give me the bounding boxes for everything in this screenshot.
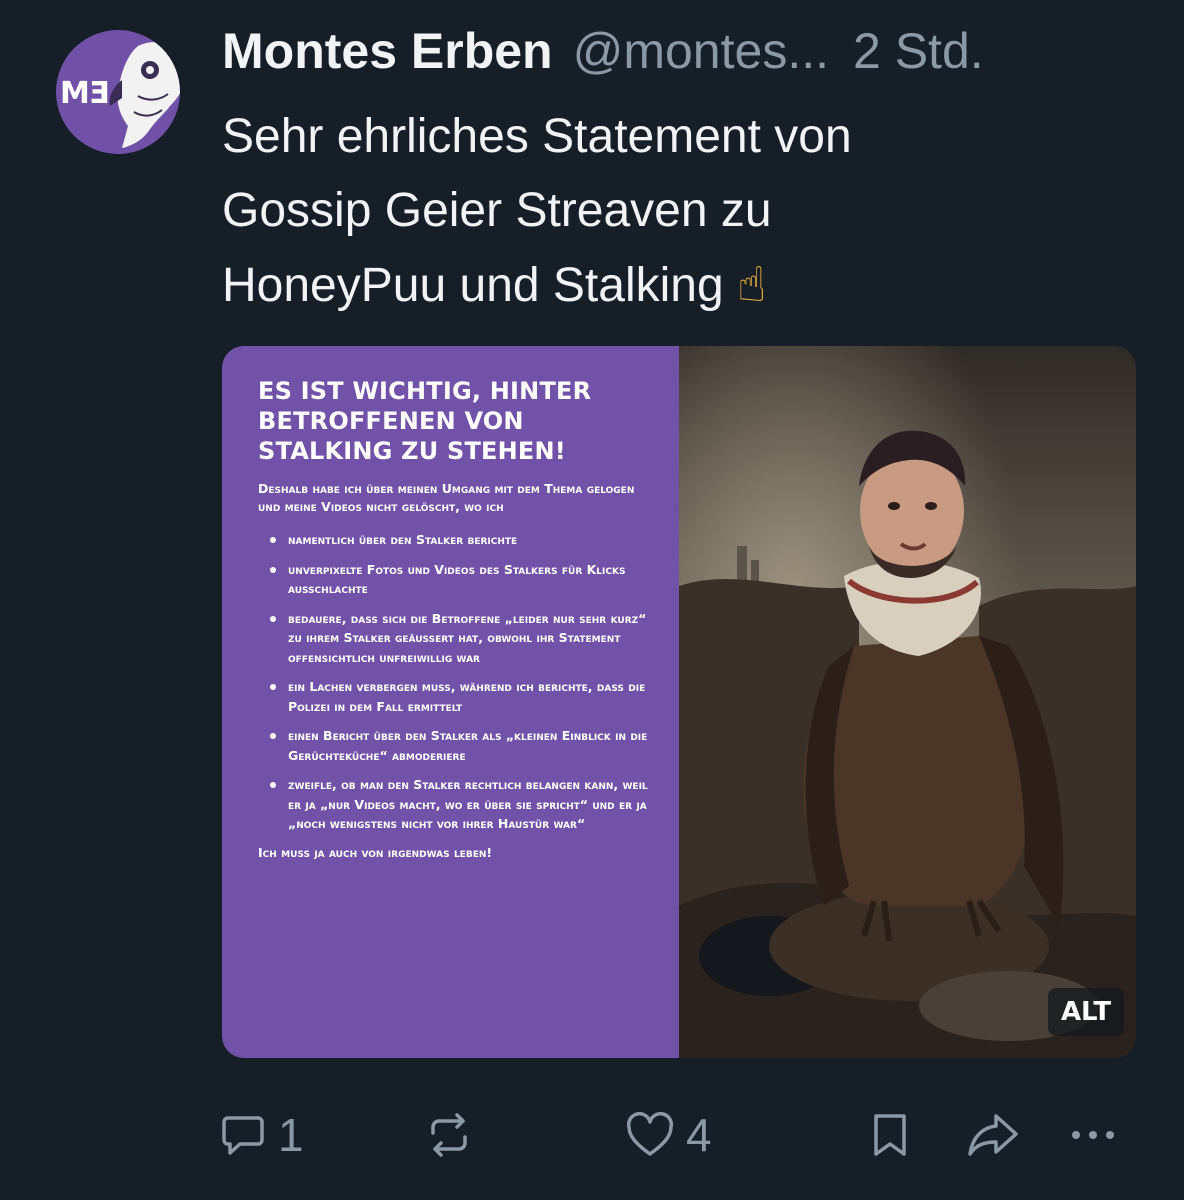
- more-options-button[interactable]: [1070, 1100, 1116, 1170]
- author-name[interactable]: Montes Erben: [222, 22, 553, 80]
- share-icon: [968, 1114, 1018, 1156]
- pointing-up-emoji-icon: ☝: [737, 257, 767, 313]
- bullet-icon: [270, 733, 276, 739]
- bookmark-icon: [874, 1114, 906, 1156]
- vulture-logo-icon: [109, 42, 180, 148]
- post-text-line: Sehr ehrliches Statement von: [222, 110, 852, 163]
- like-count: 4: [686, 1109, 712, 1161]
- statement-list: namentlich über den Stalker berichte unv…: [258, 530, 649, 834]
- avatar-logo: MƎ: [60, 76, 109, 111]
- statement-list-item: unverpixelte Fotos und Videos des Stalke…: [270, 560, 649, 599]
- statement-list-item-text: ein Lachen verbergen muss, während ich b…: [288, 679, 646, 714]
- bullet-icon: [270, 782, 276, 788]
- reply-count: 1: [278, 1109, 304, 1161]
- statement-list-item-text: einen Bericht über den Stalker als „klei…: [288, 728, 648, 763]
- post: MƎ Montes Erben @montes... 2 Std. Sehr e…: [0, 0, 1184, 1200]
- statement-list-item-text: bedauere, dass sich die Betroffene „leid…: [288, 610, 647, 665]
- vulture-photo: ALT: [679, 346, 1136, 1058]
- statement-list-item-text: zweifle, ob man den Stalker rechtlich be…: [288, 777, 648, 831]
- statement-list-item: ein Lachen verbergen muss, während ich b…: [270, 677, 649, 716]
- repost-icon: [431, 1113, 467, 1157]
- statement-list-item: einen Bericht über den Stalker als „klei…: [270, 726, 649, 765]
- statement-list-item-text: unverpixelte Fotos und Videos des Stalke…: [288, 561, 626, 597]
- post-text-line-content: HoneyPuu und Stalking: [222, 259, 724, 312]
- reply-icon: [222, 1116, 264, 1155]
- bullet-icon: [270, 566, 276, 573]
- statement-list-item: namentlich über den Stalker berichte: [270, 530, 649, 550]
- post-actions: 1 4: [0, 1100, 1184, 1170]
- post-header: Montes Erben @montes... 2 Std.: [222, 22, 1152, 86]
- like-button[interactable]: 4: [626, 1100, 712, 1170]
- post-text-line: HoneyPuu und Stalking ☝: [222, 248, 1152, 323]
- alt-text-button[interactable]: ALT: [1048, 988, 1124, 1036]
- author-handle[interactable]: @montes...: [573, 22, 829, 80]
- bookmark-button[interactable]: [870, 1100, 910, 1170]
- repost-button[interactable]: [425, 1100, 473, 1170]
- bullet-icon: [270, 537, 276, 543]
- like-icon: [626, 1112, 674, 1156]
- post-text: Sehr ehrliches Statement von Gossip Geie…: [222, 100, 1152, 323]
- bullet-icon: [270, 615, 276, 622]
- bullet-icon: [270, 684, 276, 690]
- statement-intro: Deshalb habe ich über meinen Umgang mit …: [258, 481, 635, 514]
- statement-list-item: zweifle, ob man den Stalker rechtlich be…: [270, 775, 649, 834]
- statement-list-item-text: namentlich über den Stalker berichte: [288, 532, 518, 547]
- more-icon: [1072, 1131, 1114, 1139]
- post-text-line: Gossip Geier Streaven zu: [222, 184, 772, 237]
- share-button[interactable]: [966, 1100, 1020, 1170]
- statement-list-item: bedauere, dass sich die Betroffene „leid…: [270, 609, 649, 668]
- statement-outro: Ich muss ja auch von irgendwas leben!: [258, 844, 493, 860]
- vulture-illustration: [679, 346, 1136, 1058]
- reply-button[interactable]: 1: [220, 1100, 304, 1170]
- statement-headline: Es ist wichtig, hinter Betroffenen von S…: [258, 377, 592, 465]
- statement-panel: Es ist wichtig, hinter Betroffenen von S…: [222, 346, 679, 1058]
- post-image[interactable]: Es ist wichtig, hinter Betroffenen von S…: [222, 346, 1136, 1058]
- post-time[interactable]: 2 Std.: [853, 22, 984, 80]
- avatar[interactable]: MƎ: [56, 30, 180, 154]
